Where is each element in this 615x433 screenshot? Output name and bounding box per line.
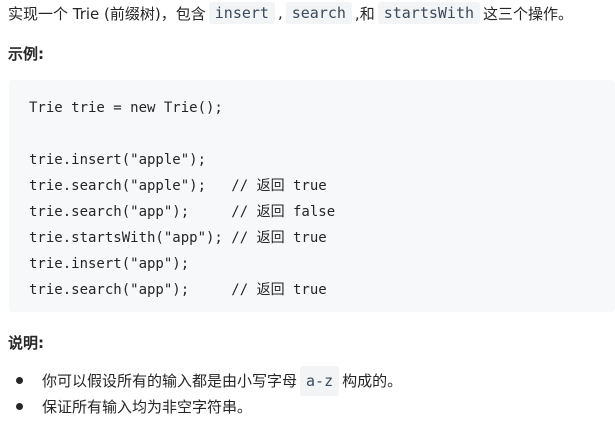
note-text-suffix: 构成的。	[342, 372, 403, 390]
notes-list: 你可以假设所有的输入都是由小写字母 a-z 构成的。 保证所有输入均为非空字符串…	[16, 366, 403, 420]
code-line: trie.search("app"); // 返回 true	[29, 282, 327, 298]
bullet-icon	[16, 377, 23, 384]
inline-code-insert: insert	[208, 2, 275, 24]
intro-separator-2: ,和	[354, 4, 375, 23]
list-item: 你可以假设所有的输入都是由小写字母 a-z 构成的。	[16, 366, 403, 396]
code-example-block: Trie trie = new Trie(); trie.insert("app…	[9, 80, 615, 312]
code-line: trie.startsWith("app"); // 返回 true	[29, 230, 327, 246]
note-heading: 说明:	[8, 334, 44, 352]
inline-code-a-z: a-z	[300, 366, 340, 396]
problem-description: 实现一个 Trie (前缀树)，包含 insert , search ,和 st…	[8, 0, 573, 26]
example-heading: 示例:	[8, 45, 44, 63]
list-item: 保证所有输入均为非空字符串。	[16, 394, 402, 420]
inline-code-search: search	[285, 2, 352, 24]
note-text: 保证所有输入均为非空字符串。	[42, 398, 253, 416]
code-line: trie.insert("apple");	[29, 152, 207, 168]
intro-text-prefix: 实现一个 Trie (前缀树)，包含	[8, 4, 206, 23]
code-line: trie.search("app"); // 返回 false	[29, 204, 336, 220]
code-line: trie.search("apple"); // 返回 true	[29, 178, 327, 194]
code-line: Trie trie = new Trie();	[29, 100, 223, 116]
inline-code-startswith: startsWith	[377, 2, 481, 24]
bullet-icon	[16, 403, 23, 410]
intro-text-suffix: 这三个操作。	[483, 4, 574, 23]
code-line: trie.insert("app");	[29, 256, 190, 272]
note-text-prefix: 你可以假设所有的输入都是由小写字母	[42, 372, 298, 390]
intro-separator-1: ,	[277, 4, 283, 22]
